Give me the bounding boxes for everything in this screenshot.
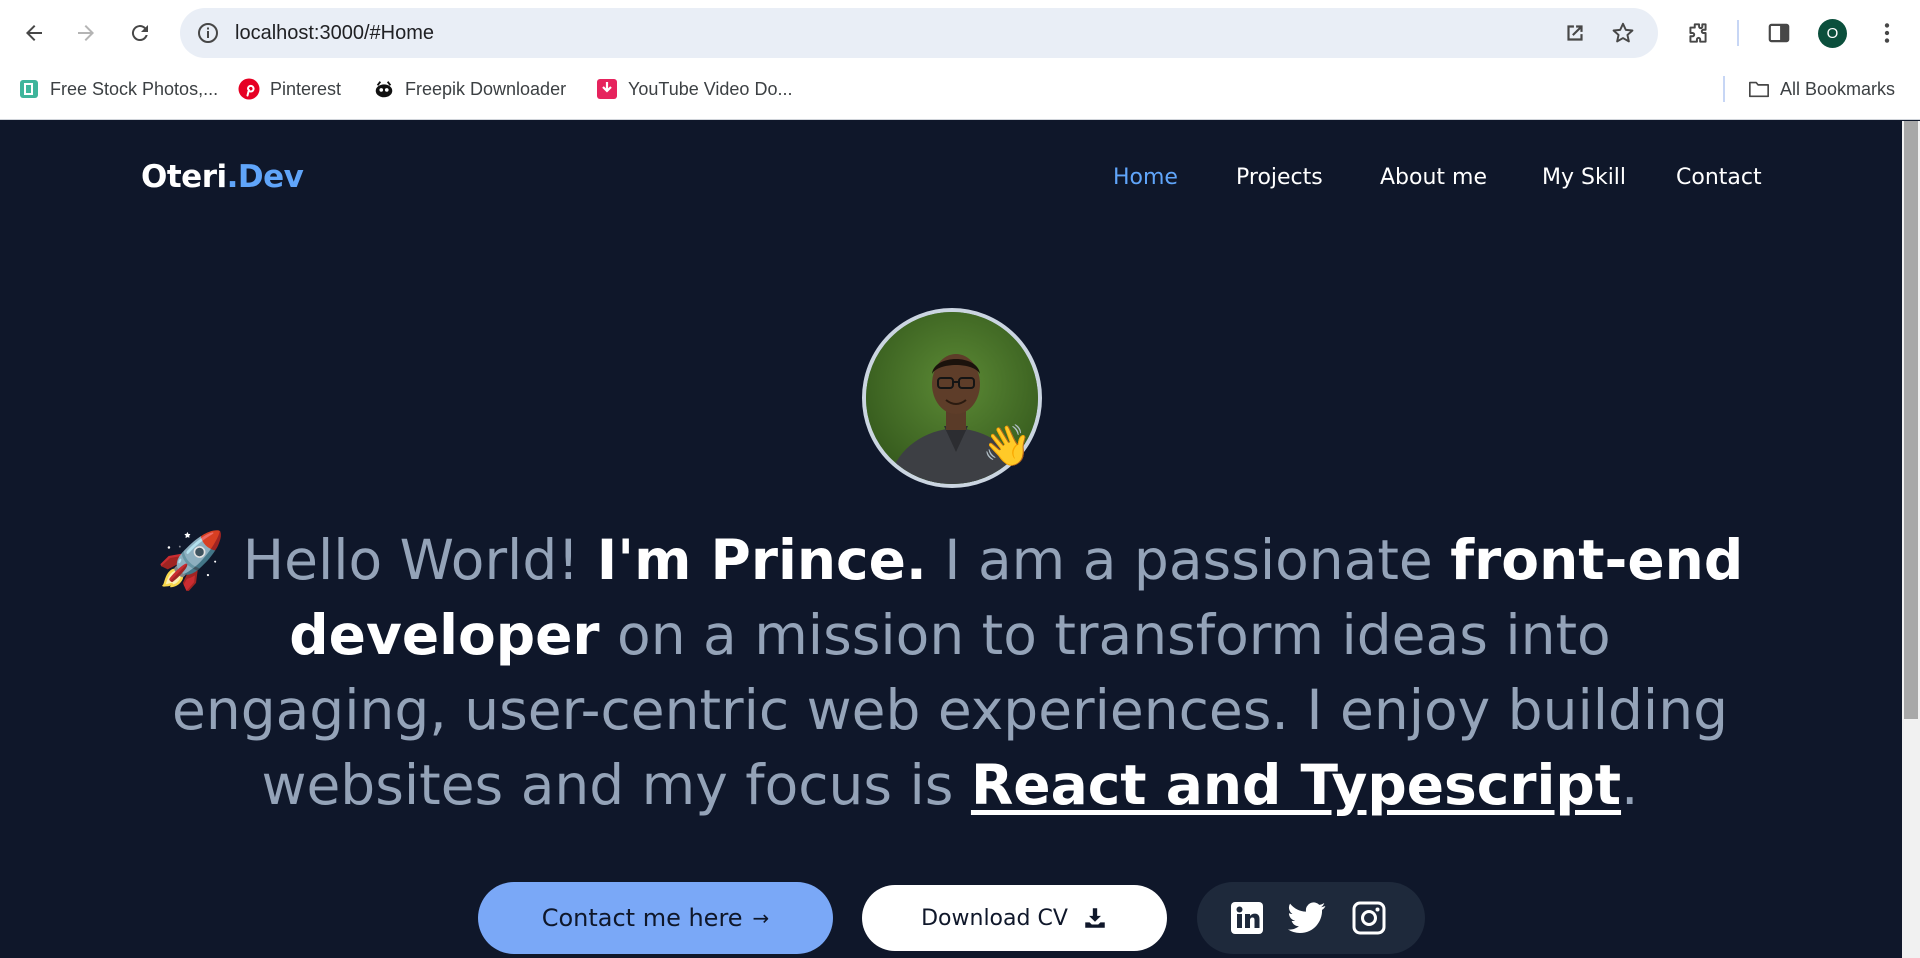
contact-button-label: Contact me here [541, 904, 743, 932]
side-panel-button[interactable] [1759, 13, 1799, 53]
all-bookmarks-label: All Bookmarks [1780, 78, 1896, 99]
puzzle-icon [1689, 23, 1707, 43]
bookmark-label: Pinterest [270, 78, 342, 99]
site-logo[interactable]: Oteri.Dev [141, 159, 304, 195]
waving-hand-emoji: 👋 [982, 423, 1032, 469]
stock-photos-favicon-icon [18, 78, 40, 100]
scrollbar-thumb[interactable] [1904, 121, 1918, 719]
nav-projects[interactable]: Projects [1236, 165, 1323, 190]
bookmark-label: Freepik Downloader [405, 78, 567, 99]
bookmark-label: YouTube Video Do... [628, 78, 793, 99]
folder-icon [1748, 78, 1770, 100]
toolbar-divider [1737, 20, 1739, 46]
url-text: localhost:3000/#Home [235, 22, 435, 44]
arrow-right-icon [78, 25, 94, 41]
name-text: I'm Prince. [596, 528, 927, 592]
download-cv-button[interactable]: Download CV [862, 885, 1167, 951]
download-cv-label: Download CV [921, 905, 1068, 931]
address-bar[interactable]: localhost:3000/#Home [180, 8, 1658, 58]
freepik-icon [373, 78, 395, 100]
bookmark-item[interactable]: Pinterest [238, 70, 341, 108]
greeting-text: Hello World! [225, 528, 597, 592]
contact-me-button[interactable]: Contact me here → [478, 882, 833, 954]
bookmark-item[interactable]: YouTube Video Do... [596, 70, 792, 108]
hero-intro: 🚀 Hello World! I'm Prince. I am a passio… [150, 523, 1750, 823]
focus-link[interactable]: React and Typescript [971, 753, 1621, 817]
all-bookmarks-button[interactable]: All Bookmarks [1748, 70, 1895, 108]
browser-chrome: localhost:3000/#Home O Free Stock Photos… [0, 0, 1920, 120]
reload-button[interactable] [120, 13, 160, 53]
twitter-icon[interactable] [1287, 898, 1327, 938]
arrow-right-icon: → [752, 906, 770, 930]
social-links [1197, 882, 1425, 954]
nav-about-me[interactable]: About me [1380, 165, 1487, 190]
nav-contact[interactable]: Contact [1676, 165, 1762, 190]
nav-my-skill[interactable]: My Skill [1542, 165, 1626, 190]
bookmark-item[interactable]: Free Stock Photos,... [18, 70, 218, 108]
back-button[interactable] [14, 13, 54, 53]
arrow-left-icon [26, 25, 42, 41]
open-in-app-icon[interactable] [1562, 20, 1588, 46]
bookmark-label: Free Stock Photos,... [50, 78, 219, 99]
download-icon [1085, 908, 1105, 928]
star-icon[interactable] [1610, 20, 1636, 46]
intro-text-1: I am a passionate [926, 528, 1451, 592]
nav-home[interactable]: Home [1113, 165, 1178, 190]
side-panel-icon [1768, 23, 1790, 43]
bookmarks-divider [1723, 76, 1725, 102]
forward-button[interactable] [66, 13, 106, 53]
bookmark-item[interactable]: Freepik Downloader [373, 70, 566, 108]
logo-accent: .Dev [226, 159, 304, 195]
kebab-menu-icon [1884, 23, 1890, 43]
profile-avatar[interactable]: O [1818, 19, 1847, 48]
pinterest-icon [238, 78, 260, 100]
bookmarks-bar: Free Stock Photos,... Pinterest Freepik … [0, 70, 1920, 108]
youtube-downloader-icon [596, 78, 618, 100]
rocket-emoji: 🚀 [156, 528, 226, 592]
extensions-button[interactable] [1678, 13, 1718, 53]
instagram-icon[interactable] [1349, 898, 1389, 938]
linkedin-icon[interactable] [1227, 898, 1267, 938]
menu-button[interactable] [1867, 13, 1907, 53]
logo-main: Oteri [141, 159, 227, 195]
reload-icon [131, 25, 148, 42]
portfolio-page: Oteri.Dev Home Projects About me My Skil… [0, 121, 1902, 958]
info-icon[interactable] [196, 21, 220, 45]
intro-end: . [1621, 753, 1639, 817]
